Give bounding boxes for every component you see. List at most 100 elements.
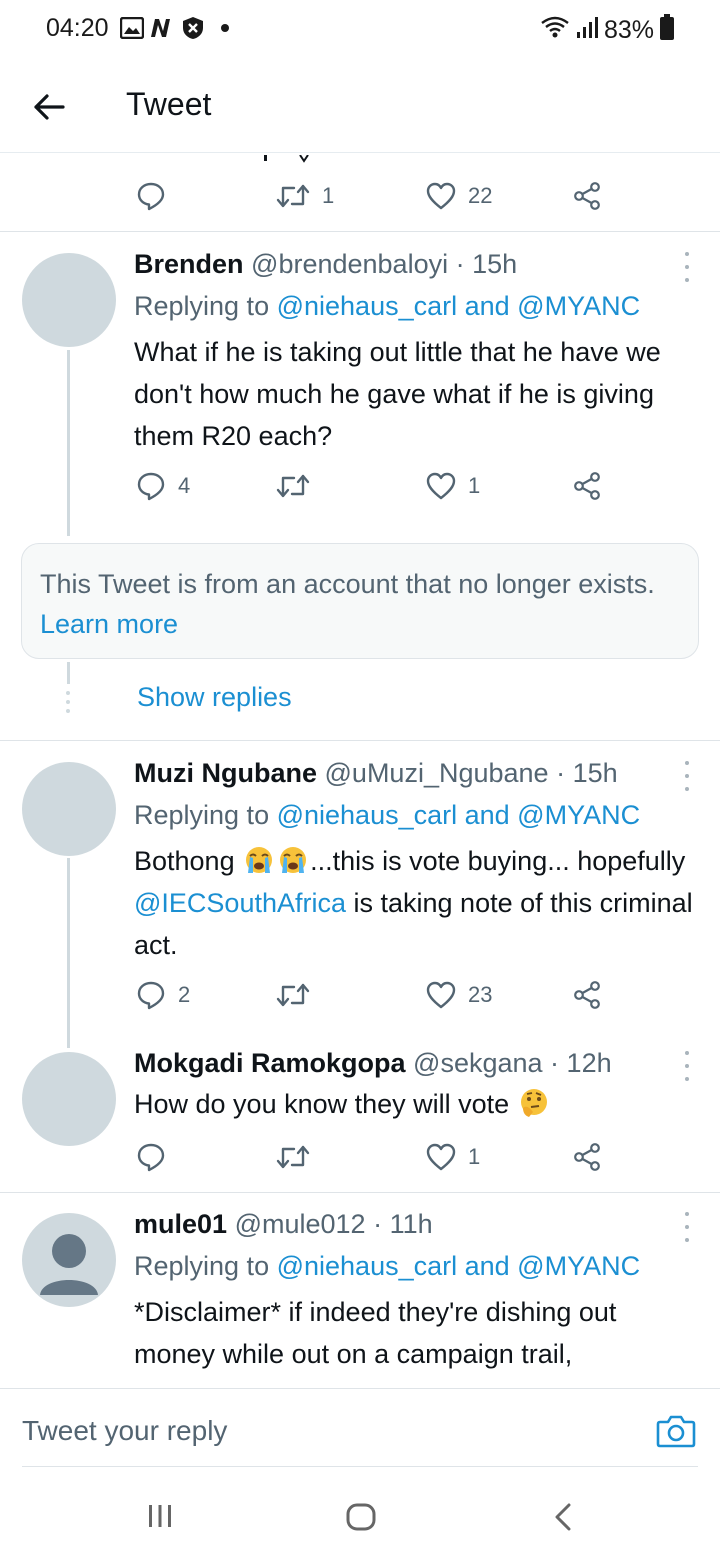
battery-icon: [660, 14, 674, 47]
retweet-icon: [276, 1145, 310, 1169]
status-time: 04:20: [46, 14, 109, 42]
share-button[interactable]: [573, 1137, 603, 1177]
tweet-header: Mokgadi Ramokgopa @sekgana · 12h: [134, 1045, 612, 1081]
reply-button[interactable]: [136, 1137, 166, 1177]
home-button[interactable]: [346, 1503, 376, 1536]
thread-line: [67, 858, 70, 1048]
retweet-icon: [276, 983, 310, 1007]
more-notifications-dot-icon: [220, 16, 230, 40]
back-button[interactable]: [26, 84, 72, 130]
reply-button[interactable]: [136, 176, 166, 216]
separator: ·: [365, 1209, 390, 1239]
author-name[interactable]: Brenden: [134, 249, 244, 279]
like-button[interactable]: 23: [426, 975, 492, 1015]
separator: ·: [448, 249, 473, 279]
author-handle[interactable]: @sekgana: [413, 1048, 543, 1078]
reply-underline: [22, 1466, 698, 1467]
more-options-button[interactable]: [682, 1212, 692, 1242]
mention-link[interactable]: @niehaus_carl: [277, 291, 458, 321]
reply-count: 2: [178, 982, 191, 1007]
tweet-actions: 4 1: [0, 466, 720, 506]
default-avatar[interactable]: [22, 1213, 116, 1307]
system-nav-bar: [0, 1469, 720, 1560]
clipped-text-remnant: [240, 150, 320, 163]
camera-button[interactable]: [656, 1413, 696, 1449]
avatar[interactable]: [22, 762, 116, 856]
author-handle[interactable]: @brendenbaloyi: [251, 249, 448, 279]
author-name[interactable]: mule01: [134, 1209, 227, 1239]
retweet-button[interactable]: [276, 1137, 310, 1177]
share-button[interactable]: [573, 176, 603, 216]
avatar[interactable]: [22, 1052, 116, 1146]
status-right: 83%: [540, 14, 674, 47]
separator: ·: [548, 758, 573, 788]
replying-prefix: Replying to: [134, 291, 277, 321]
mention-link[interactable]: @MYANC: [517, 800, 640, 830]
retweet-button[interactable]: 1: [276, 176, 334, 216]
page-title: Tweet: [126, 86, 212, 122]
tweet-text: How do you know they will vote: [134, 1083, 704, 1125]
mention-link[interactable]: @IECSouthAfrica: [134, 888, 346, 918]
author-name[interactable]: Muzi Ngubane: [134, 758, 317, 788]
home-icon: [346, 1503, 376, 1531]
more-options-button[interactable]: [682, 252, 692, 282]
comment-icon: [137, 472, 165, 501]
author-handle[interactable]: @mule012: [235, 1209, 366, 1239]
avatar[interactable]: [22, 253, 116, 347]
share-icon: [574, 981, 600, 1009]
learn-more-link[interactable]: Learn more: [40, 609, 178, 639]
news-notification-icon: [150, 16, 176, 40]
retweet-button[interactable]: [276, 466, 310, 506]
author-name[interactable]: Mokgadi Ramokgopa: [134, 1048, 406, 1078]
divider: [0, 231, 720, 232]
thinking-face-emoji-icon: [520, 1089, 547, 1117]
replying-prefix: Replying to: [134, 800, 277, 830]
main-tweet-actions: 1 22: [0, 176, 720, 216]
like-button[interactable]: 1: [426, 1137, 480, 1177]
share-button[interactable]: [573, 466, 603, 506]
tweet-time: 15h: [572, 758, 618, 788]
thread-dots: [66, 691, 71, 713]
retweet-count: 1: [322, 183, 335, 208]
like-button[interactable]: 1: [426, 466, 480, 506]
replying-to: Replying to @niehaus_carl and @MYANC: [134, 797, 640, 833]
more-options-button[interactable]: [682, 1051, 692, 1081]
tweet-text: Bothong ...this is vote buying... hopefu…: [134, 840, 704, 966]
like-count: 1: [468, 1144, 481, 1169]
replying-and: and: [457, 800, 518, 830]
recent-apps-button[interactable]: [147, 1503, 173, 1534]
comment-icon: [137, 182, 165, 211]
back-nav-button[interactable]: [553, 1503, 573, 1536]
retweet-icon: [276, 184, 310, 208]
replying-to: Replying to @niehaus_carl and @MYANC: [134, 288, 640, 324]
tweet-time: 11h: [389, 1209, 433, 1239]
show-replies-link[interactable]: Show replies: [137, 682, 292, 713]
mention-link[interactable]: @MYANC: [517, 291, 640, 321]
share-button[interactable]: [573, 975, 603, 1015]
more-options-button[interactable]: [682, 761, 692, 791]
thread-line: [67, 662, 70, 684]
tweet-text: What if he is taking out little that he …: [134, 337, 661, 451]
arrow-left-icon: [34, 94, 65, 120]
notice-text: This Tweet is from an account that no lo…: [40, 569, 655, 599]
divider: [0, 740, 720, 741]
tweet-header: Muzi Ngubane @uMuzi_Ngubane · 15h: [134, 755, 618, 791]
replying-to: Replying to @niehaus_carl and @MYANC: [134, 1248, 640, 1284]
mention-link[interactable]: @niehaus_carl: [277, 800, 458, 830]
reply-button[interactable]: 2: [136, 975, 190, 1015]
author-handle[interactable]: @uMuzi_Ngubane: [325, 758, 549, 788]
reply-input[interactable]: Tweet your reply: [22, 1415, 227, 1447]
mention-link[interactable]: @MYANC: [517, 1251, 640, 1281]
retweet-button[interactable]: [276, 975, 310, 1015]
like-count: 23: [468, 982, 493, 1007]
comment-icon: [137, 1143, 165, 1172]
reply-button[interactable]: 4: [136, 466, 190, 506]
camera-icon: [656, 1415, 696, 1448]
unavailable-tweet-notice: This Tweet is from an account that no lo…: [21, 543, 699, 659]
like-button[interactable]: 22: [426, 176, 492, 216]
crying-face-emoji-icon: [280, 847, 307, 873]
retweet-icon: [276, 474, 310, 498]
wifi-icon: [540, 15, 570, 46]
replying-and: and: [457, 291, 518, 321]
mention-link[interactable]: @niehaus_carl: [277, 1251, 458, 1281]
